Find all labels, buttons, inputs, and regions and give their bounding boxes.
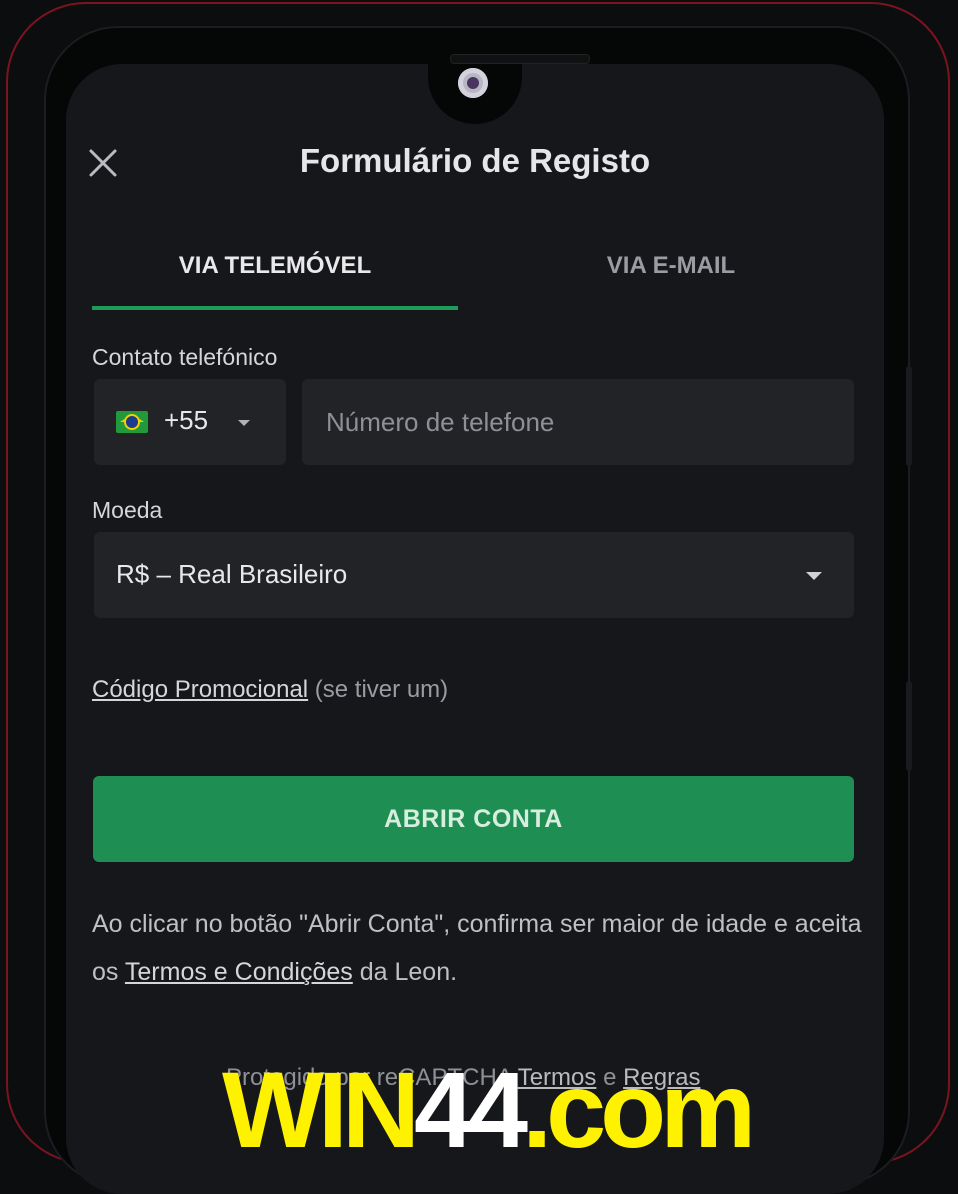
front-camera-icon bbox=[458, 68, 488, 98]
open-account-button[interactable]: ABRIR CONTA bbox=[93, 776, 854, 862]
tab-via-email[interactable]: VIA E-MAIL bbox=[474, 252, 868, 308]
terms-conditions-link[interactable]: Termos e Condições bbox=[125, 958, 353, 986]
phone-label: Contato telefónico bbox=[92, 344, 278, 370]
promo-code-row: Código Promocional (se tiver um) bbox=[92, 676, 448, 704]
power-button bbox=[906, 681, 912, 771]
tab-via-telemovel[interactable]: VIA TELEMÓVEL bbox=[92, 252, 458, 308]
terms-notice: Ao clicar no botão "Abrir Conta", confir… bbox=[92, 900, 862, 996]
terms-suffix: da Leon. bbox=[359, 958, 458, 986]
promo-code-link[interactable]: Código Promocional bbox=[92, 676, 308, 703]
promo-code-hint: (se tiver um) bbox=[314, 676, 449, 703]
watermark-logo: WIN44.com bbox=[222, 1056, 756, 1164]
active-tab-indicator bbox=[92, 306, 458, 310]
watermark-part-com: .com bbox=[522, 1049, 756, 1170]
volume-button bbox=[906, 366, 912, 466]
brazil-flag-icon bbox=[116, 411, 148, 433]
watermark-part-win: WIN bbox=[222, 1049, 420, 1170]
phone-screen: Formulário de Registo VIA TELEMÓVEL VIA … bbox=[66, 64, 884, 1194]
phone-number-field[interactable] bbox=[302, 379, 854, 465]
page-title: Formulário de Registo bbox=[299, 142, 651, 179]
speaker-grille bbox=[450, 54, 590, 64]
currency-label: Moeda bbox=[92, 497, 163, 523]
chevron-down-icon bbox=[238, 420, 250, 426]
watermark-part-44: 44 bbox=[413, 1049, 528, 1170]
country-code-select[interactable]: +55 bbox=[94, 379, 286, 465]
currency-select[interactable]: R$ – Real Brasileiro bbox=[94, 532, 854, 618]
phone-number-input[interactable] bbox=[302, 379, 854, 465]
chevron-down-icon bbox=[806, 572, 822, 580]
country-code-value: +55 bbox=[164, 405, 209, 435]
currency-selected-value: R$ – Real Brasileiro bbox=[116, 559, 348, 589]
